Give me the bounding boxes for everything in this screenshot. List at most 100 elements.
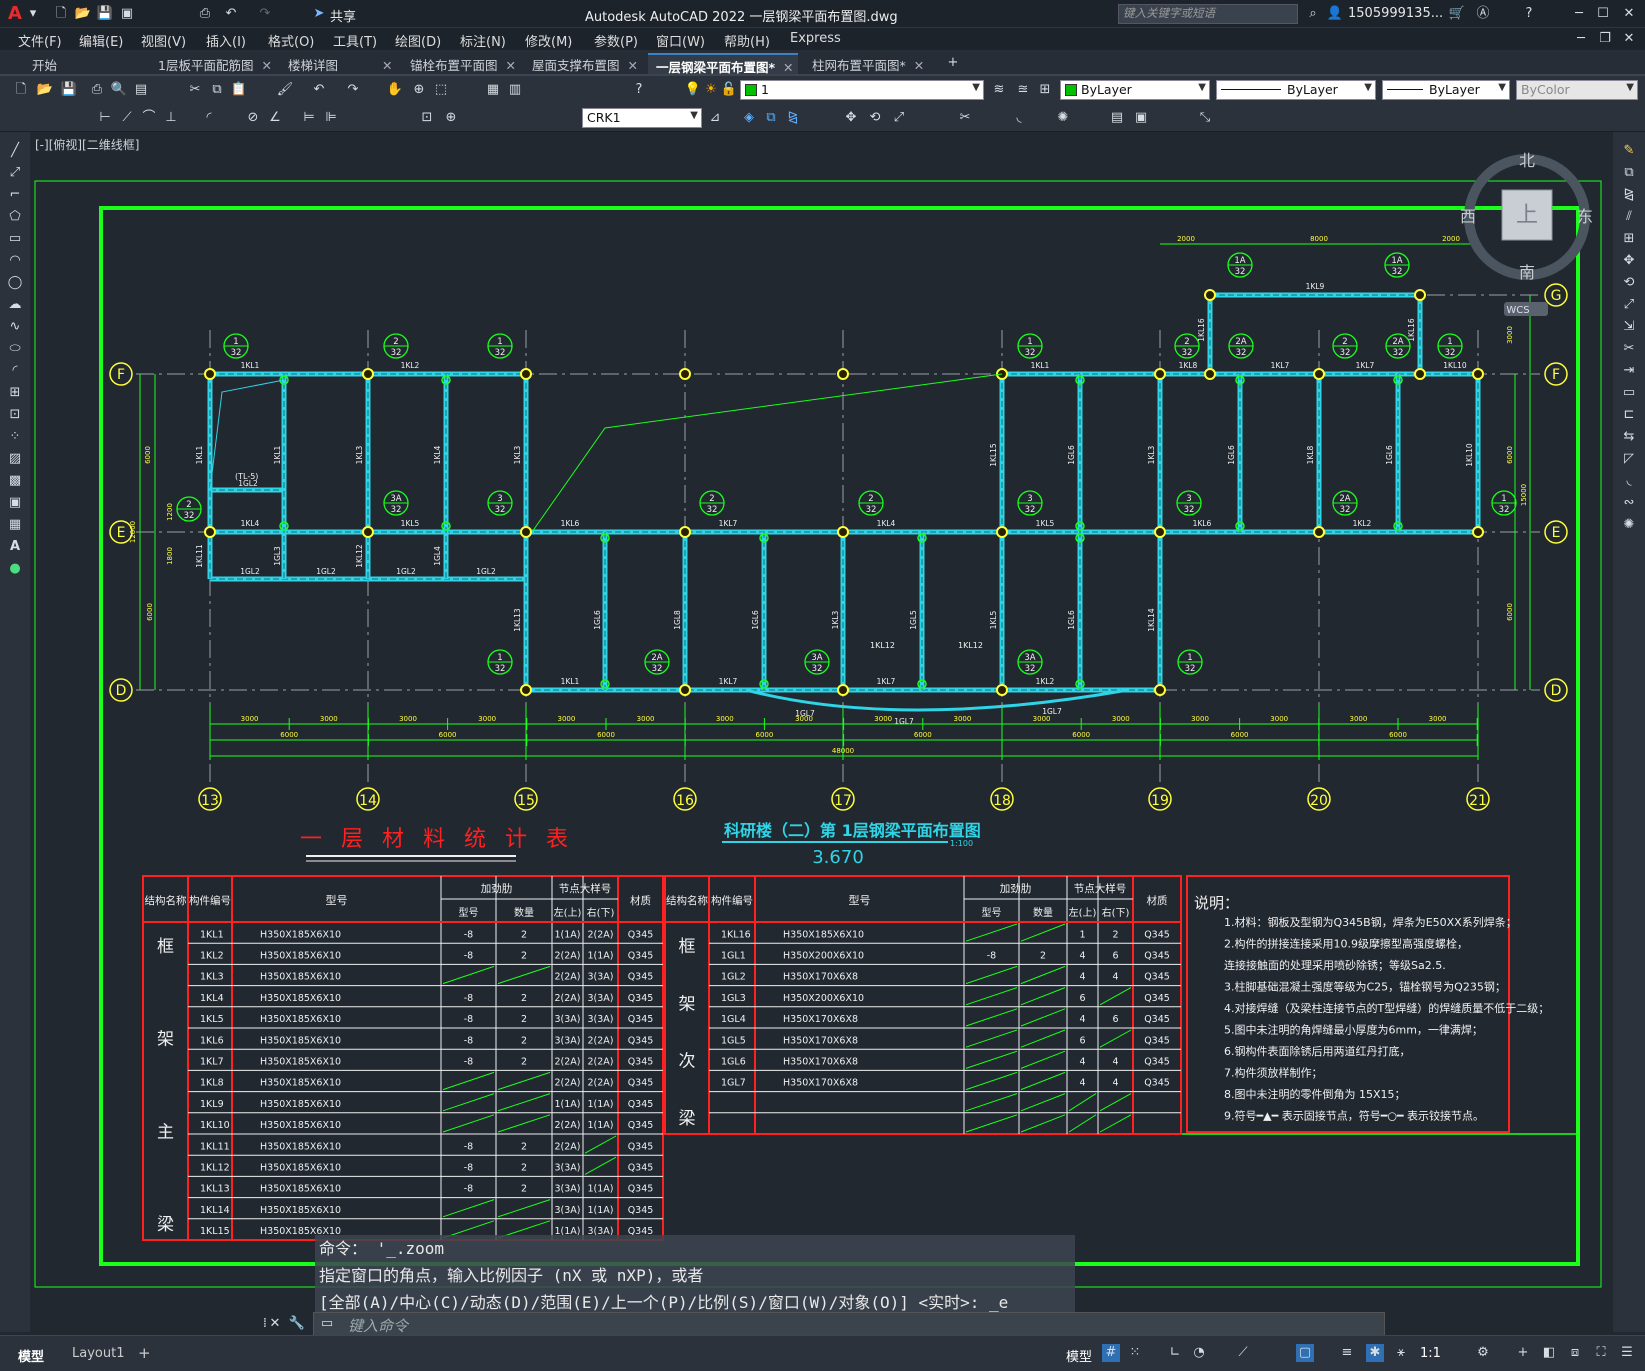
scale-icon[interactable]: ⤢ <box>890 109 908 127</box>
copy-icon[interactable]: ⧉ <box>208 81 226 99</box>
tab-layout1[interactable]: Layout1 <box>72 1346 124 1361</box>
app-menu-icon[interactable]: ▾ <box>24 5 42 23</box>
polygon-icon[interactable]: ⬠ <box>6 208 24 226</box>
trim-icon[interactable]: ✂ <box>956 109 974 127</box>
mirror-icon[interactable]: ⧎ <box>784 109 802 127</box>
share-icon[interactable]: ➤ <box>310 5 328 23</box>
open-icon[interactable]: 📂 <box>74 5 92 23</box>
color-select[interactable]: ByLayer ▼ <box>1060 80 1210 100</box>
save-icon[interactable]: 💾 <box>60 81 78 99</box>
autodesk-icon[interactable]: Ⓐ <box>1474 5 1492 23</box>
menu-draw[interactable]: 绘图(D) <box>395 31 441 50</box>
menu-format[interactable]: 格式(O) <box>268 31 314 50</box>
tab-first-floor-beam[interactable]: 一层钢梁平面布置图* ✕ <box>648 53 798 75</box>
trim-icon[interactable]: ✂ <box>1620 340 1638 358</box>
offset-icon[interactable]: ⫽ <box>1620 208 1638 226</box>
polyline-icon[interactable]: ⌐ <box>6 186 24 204</box>
dim-ordinate-icon[interactable]: ⊥ <box>162 109 180 127</box>
fullscreen-icon[interactable]: ⛶ <box>1592 1344 1610 1362</box>
make-block-icon[interactable]: ⊡ <box>6 406 24 424</box>
dim-aligned-icon[interactable]: ⟋ <box>118 109 136 127</box>
plus-icon[interactable]: + <box>1514 1344 1532 1362</box>
close-icon[interactable]: ✕ <box>1620 5 1638 23</box>
dim-continue-icon[interactable]: ⊫ <box>322 109 340 127</box>
tab-close-icon[interactable]: ✕ <box>382 58 392 73</box>
drawing-canvas[interactable]: [-][俯视][二维线框] 13 14 15 16 17 18 19 20 21 F F E E D D G … <box>30 133 1613 1331</box>
rotate-icon[interactable]: ⟲ <box>1620 274 1638 292</box>
lineweight-icon[interactable]: ≡ <box>1338 1344 1356 1362</box>
layer-select[interactable]: 1 ▼ <box>740 80 984 100</box>
search-icon[interactable]: ⌕ <box>1304 5 1322 23</box>
share-button[interactable]: 共享 <box>330 6 356 25</box>
tab-slab-reinforcement[interactable]: 1层板平面配筋图 ✕ <box>150 53 274 74</box>
design-center-icon[interactable]: ▥ <box>506 81 524 99</box>
print-icon[interactable]: ⎙ <box>196 5 214 23</box>
tab-anchor-layout[interactable]: 锚栓布置平面图 ✕ <box>402 53 518 74</box>
user-name[interactable]: 1505999135... <box>1348 6 1443 21</box>
viewport-controls[interactable]: [-][俯视][二维线框] <box>35 136 139 153</box>
autoscale-icon[interactable]: ⚹ <box>1392 1344 1410 1362</box>
tab-start[interactable]: 开始 <box>24 53 144 74</box>
layer-sun-icon[interactable]: ☀ <box>702 81 720 99</box>
zoom-window-icon[interactable]: ⬚ <box>432 81 450 99</box>
tab-close-icon[interactable]: ✕ <box>506 58 516 73</box>
join-icon[interactable]: ⇆ <box>1620 428 1638 446</box>
extend-icon[interactable]: ⇥ <box>1620 362 1638 380</box>
qnew-icon[interactable]: 🗋 <box>12 81 30 99</box>
doc-close-icon[interactable]: ✕ <box>1620 30 1638 48</box>
paste-icon[interactable]: 📋 <box>230 81 248 99</box>
hatch-icon[interactable]: ▨ <box>6 450 24 468</box>
tab-close-icon[interactable]: ✕ <box>628 58 638 73</box>
app-logo[interactable]: A <box>8 3 22 24</box>
cart-icon[interactable]: 🛒 <box>1448 5 1466 23</box>
menu-insert[interactable]: 插入(I) <box>206 31 246 50</box>
tab-close-icon[interactable]: ✕ <box>261 58 271 73</box>
undo-icon[interactable]: ↶ <box>310 81 328 99</box>
search-input[interactable]: 键入关键字或短语 <box>1118 4 1298 24</box>
dim-linear-icon[interactable]: ⊢ <box>96 109 114 127</box>
copy-object-icon[interactable]: ⧉ <box>762 109 780 127</box>
properties-icon[interactable]: ▦ <box>484 81 502 99</box>
plot-icon[interactable]: ⎙ <box>88 81 106 99</box>
menu-modify[interactable]: 修改(M) <box>525 31 572 50</box>
redo-icon[interactable]: ↷ <box>256 5 274 23</box>
osnap-icon[interactable]: ▢ <box>1296 1344 1314 1362</box>
dim-diameter-icon[interactable]: ⊘ <box>244 109 262 127</box>
hardware-icon[interactable]: ⧈ <box>1566 1344 1584 1362</box>
menu-edit[interactable]: 编辑(E) <box>79 31 123 50</box>
menu-express[interactable]: Express <box>790 31 841 46</box>
menu-parametric[interactable]: 参数(P) <box>594 31 638 50</box>
break-at-point-icon[interactable]: ⊏ <box>1620 406 1638 424</box>
measure-icon[interactable]: ⤡ <box>1196 109 1214 127</box>
plotstyle-select[interactable]: ByColor ▼ <box>1516 80 1638 100</box>
isodraft-icon[interactable]: ⟋ <box>1234 1344 1252 1362</box>
insert-block-icon[interactable]: ⊞ <box>6 384 24 402</box>
new-icon[interactable]: 🗋 <box>52 5 70 23</box>
revcloud-icon[interactable]: ☁ <box>6 296 24 314</box>
menu-dimension[interactable]: 标注(N) <box>460 31 506 50</box>
copy-icon[interactable]: ⧉ <box>1620 164 1638 182</box>
help-icon[interactable]: ? <box>1520 5 1538 23</box>
ellipse-arc-icon[interactable]: ◜ <box>6 362 24 380</box>
annotation-scale[interactable]: 1:1 <box>1420 1346 1441 1361</box>
layer-prev-icon[interactable]: ≊ <box>1014 81 1032 99</box>
menu-help[interactable]: 帮助(H) <box>724 31 770 50</box>
polar-icon[interactable]: ◔ <box>1190 1344 1208 1362</box>
open-icon[interactable]: 📂 <box>36 81 54 99</box>
center-mark-icon[interactable]: ⊕ <box>442 109 460 127</box>
tab-close-icon[interactable]: ✕ <box>783 60 793 75</box>
dim-angular-icon[interactable]: ∠ <box>266 109 284 127</box>
spline-icon[interactable]: ∿ <box>6 318 24 336</box>
array-icon[interactable]: ⊞ <box>1620 230 1638 248</box>
snap-icon[interactable]: ⁙ <box>1126 1344 1144 1362</box>
tab-roof-bracing[interactable]: 屋面支撑布置图 ✕ <box>524 53 642 74</box>
maximize-icon[interactable]: ☐ <box>1594 5 1612 23</box>
pan-icon[interactable]: ✋ <box>386 81 404 99</box>
command-prompt-icon[interactable]: ▭ <box>318 1315 336 1333</box>
menu-file[interactable]: 文件(F) <box>18 31 62 50</box>
menu-window[interactable]: 窗口(W) <box>656 31 705 50</box>
dim-style-icon[interactable]: ⊿ <box>706 109 724 127</box>
region-icon[interactable]: ▣ <box>6 494 24 512</box>
publish-icon[interactable]: ▤ <box>132 81 150 99</box>
rectangle-icon[interactable]: ▭ <box>6 230 24 248</box>
